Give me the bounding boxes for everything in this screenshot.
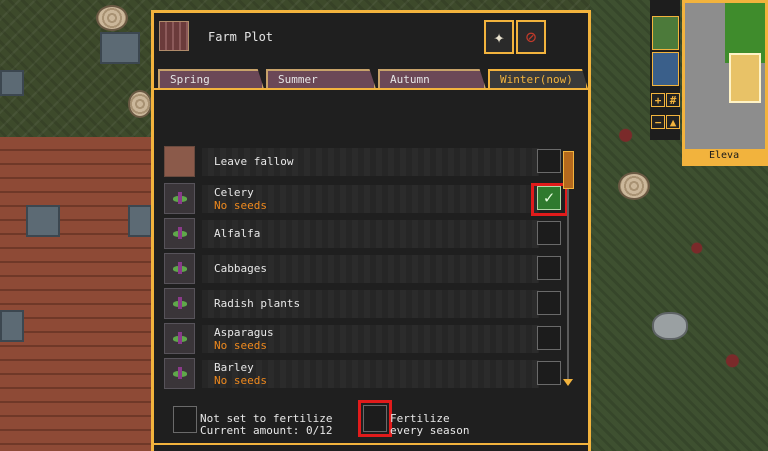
tab-divider xyxy=(154,88,588,90)
crop-list-scrollbar[interactable] xyxy=(563,151,574,387)
view-thumbnail-2[interactable] xyxy=(652,52,679,86)
crop-name: Barley xyxy=(214,361,254,374)
scroll-track xyxy=(567,161,569,381)
sprout-icon xyxy=(164,253,195,284)
sprout-icon xyxy=(164,358,195,389)
water-drop-icon[interactable]: ▲ xyxy=(666,115,680,129)
crop-row-asparagus[interactable]: Asparagus No seeds xyxy=(164,323,561,356)
boulder xyxy=(652,312,688,340)
fertilize-option-line2: every season xyxy=(390,424,470,437)
no-fire-icon-button[interactable]: ⊘ xyxy=(516,20,546,54)
crop-status: No seeds xyxy=(214,374,267,387)
sprout-icon xyxy=(164,183,195,214)
rock-tile xyxy=(100,32,140,64)
sprout-icon xyxy=(164,218,195,249)
crop-checkbox[interactable] xyxy=(537,326,561,350)
footer-divider xyxy=(154,443,588,445)
panel-title: Farm Plot xyxy=(208,30,274,44)
fertilize-checkbox-highlight xyxy=(358,400,392,437)
rock-tile xyxy=(0,70,24,96)
view-thumbnail-1[interactable] xyxy=(652,16,679,50)
rock-tile xyxy=(128,205,152,237)
crop-name: Leave fallow xyxy=(214,155,294,168)
crop-status: No seeds xyxy=(214,199,267,212)
tree-stump xyxy=(618,172,650,200)
crop-name: Radish plants xyxy=(214,297,301,310)
crop-name: Cabbages xyxy=(214,262,267,275)
fallow-soil-icon xyxy=(164,146,195,177)
rock-tile xyxy=(26,205,60,237)
panel-header: Farm Plot ✦ ⊘ xyxy=(154,13,588,67)
zoom-out-icon[interactable]: − xyxy=(651,115,665,129)
crop-checkbox[interactable] xyxy=(537,361,561,385)
crop-name: Celery xyxy=(214,186,254,199)
tab-autumn[interactable]: Autumn xyxy=(378,69,486,89)
wheat-icon-button[interactable]: ✦ xyxy=(484,20,514,54)
crop-checkbox[interactable] xyxy=(537,256,561,280)
scroll-down-arrow-icon[interactable] xyxy=(563,379,573,386)
tree-stump xyxy=(128,90,152,118)
zoom-in-icon[interactable]: + xyxy=(651,93,665,107)
grid-icon[interactable]: # xyxy=(666,93,680,107)
tab-winter-now[interactable]: Winter(now) xyxy=(488,69,588,89)
crop-name: Asparagus xyxy=(214,326,274,339)
crop-row-alfalfa[interactable]: Alfalfa xyxy=(164,218,561,251)
minimap[interactable]: Eleva xyxy=(682,0,768,166)
rock-tile xyxy=(0,310,24,342)
tab-spring[interactable]: Spring xyxy=(158,69,264,89)
minimap-label: Eleva xyxy=(685,149,765,163)
sprout-icon xyxy=(164,288,195,319)
farm-field-tiles xyxy=(0,137,152,451)
tree-stump xyxy=(96,5,128,31)
crop-row-leave-fallow[interactable]: Leave fallow xyxy=(164,146,561,179)
crop-checkbox[interactable] xyxy=(537,291,561,315)
crop-row-radish-plants[interactable]: Radish plants xyxy=(164,288,561,321)
crop-checkbox[interactable] xyxy=(537,221,561,245)
crop-status: No seeds xyxy=(214,339,267,352)
fertilize-status-line2: Current amount: 0/12 xyxy=(200,424,333,437)
crop-name: Alfalfa xyxy=(214,227,261,240)
farm-plot-icon xyxy=(159,21,189,51)
minimap-view[interactable] xyxy=(685,3,765,149)
sprout-icon xyxy=(164,323,195,354)
crop-row-celery[interactable]: Celery No seeds ✓ xyxy=(164,183,561,216)
fertilize-once-checkbox[interactable] xyxy=(173,406,197,433)
scroll-thumb[interactable] xyxy=(563,151,574,189)
minimap-settlement xyxy=(729,53,761,103)
tab-summer[interactable]: Summer xyxy=(266,69,376,89)
crop-row-cabbages[interactable]: Cabbages xyxy=(164,253,561,286)
season-tabs: Spring Summer Autumn Winter(now) xyxy=(158,69,588,89)
crop-checkbox[interactable] xyxy=(537,149,561,173)
crop-row-barley[interactable]: Barley No seeds xyxy=(164,358,561,391)
